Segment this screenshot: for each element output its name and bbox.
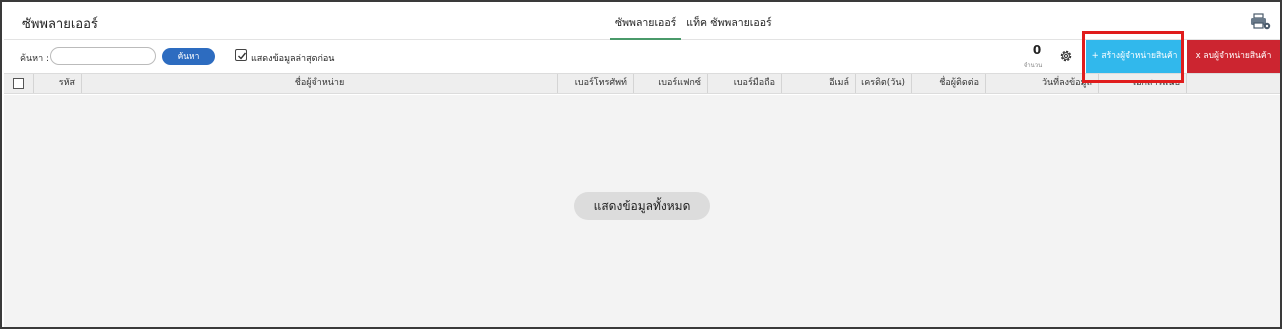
show-all-button[interactable]: แสดงข้อมูลทั้งหมด	[574, 192, 710, 220]
column-header-phone[interactable]: เบอร์โทรศัพท์	[558, 74, 634, 93]
app-frame: ซัพพลายเออร์ ซัพพลายเออร์ แท็ค ซัพพลายเอ…	[0, 0, 1282, 329]
create-supplier-button[interactable]: + สร้างผู้จำหน่ายสินค้า	[1086, 40, 1183, 73]
column-header-attachments[interactable]: เอกสารแนบ	[1099, 74, 1187, 93]
column-header-credit-days[interactable]: เครดิต(วัน)	[856, 74, 912, 93]
record-count-label: จำนวน	[1023, 62, 1043, 69]
search-input[interactable]	[50, 47, 156, 65]
toolbar: ค้นหา : ค้นหา แสดงข้อมูลล่าสุดก่อน 0 จำน…	[4, 40, 1280, 73]
record-count: 0	[1032, 43, 1042, 57]
search-button[interactable]: ค้นหา	[162, 48, 215, 65]
column-header-email[interactable]: อีเมล์	[782, 74, 856, 93]
column-header-mobile[interactable]: เบอร์มือถือ	[708, 74, 782, 93]
column-header-code[interactable]: รหัส	[34, 74, 82, 93]
checkmark-icon	[238, 52, 247, 60]
latest-first-label: แสดงข้อมูลล่าสุดก่อน	[251, 54, 335, 64]
tab-bar: ซัพพลายเออร์ แท็ค ซัพพลายเออร์	[610, 4, 777, 40]
column-header-contact-name[interactable]: ชื่อผู้ติดต่อ	[912, 74, 986, 93]
tab-suppliers[interactable]: ซัพพลายเออร์	[610, 4, 682, 40]
select-all-cell	[4, 74, 34, 93]
printer-settings-icon[interactable]	[1250, 13, 1272, 31]
gear-icon[interactable]	[1059, 49, 1073, 63]
select-all-checkbox[interactable]	[13, 78, 24, 89]
table-header: รหัส ชื่อผู้จำหน่าย เบอร์โทรศัพท์ เบอร์แ…	[4, 73, 1280, 94]
page-title: ซัพพลายเออร์	[22, 17, 98, 32]
column-header-entry-date[interactable]: วันที่ลงข้อมูล	[986, 74, 1099, 93]
column-header-fax[interactable]: เบอร์แฟกซ์	[634, 74, 708, 93]
latest-first-checkbox[interactable]	[235, 49, 247, 61]
top-header: ซัพพลายเออร์ ซัพพลายเออร์ แท็ค ซัพพลายเอ…	[4, 4, 1280, 40]
delete-supplier-button[interactable]: x ลบผู้จำหน่ายสินค้า	[1187, 40, 1280, 73]
tab-supplier-tags[interactable]: แท็ค ซัพพลายเออร์	[681, 4, 776, 40]
column-header-supplier-name[interactable]: ชื่อผู้จำหน่าย	[82, 74, 558, 93]
search-label: ค้นหา :	[20, 54, 50, 64]
